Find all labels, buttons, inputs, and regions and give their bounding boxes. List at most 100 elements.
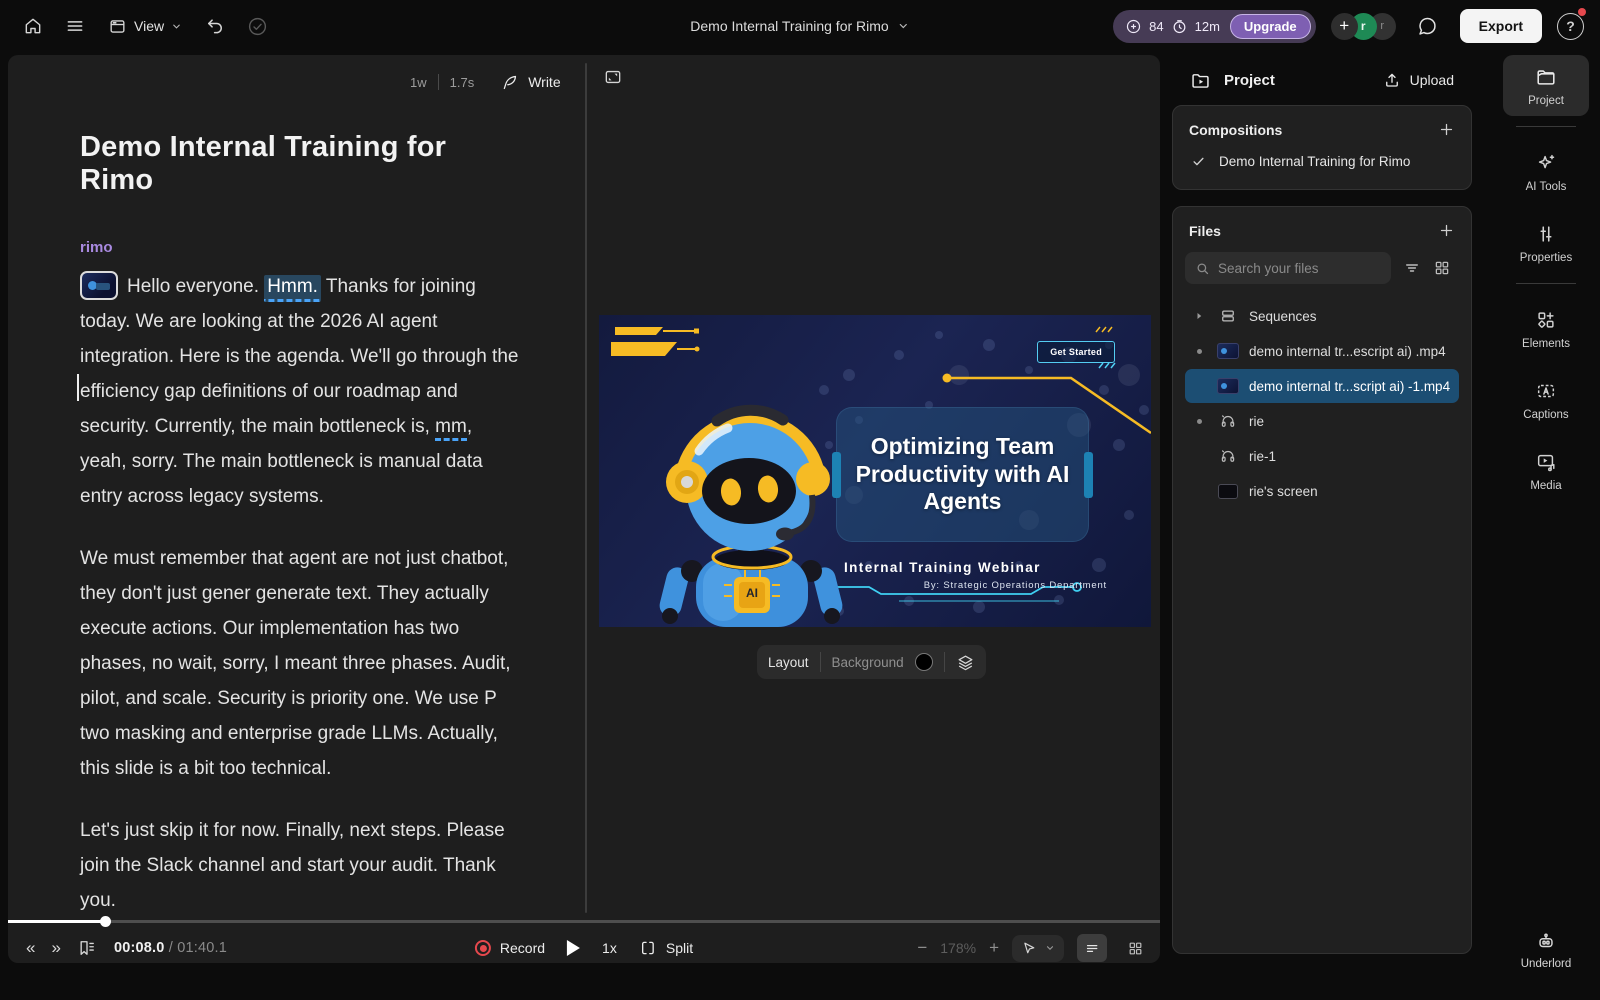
- compositions-card: Compositions Demo Internal Training for …: [1172, 105, 1472, 190]
- captions-icon: [1535, 380, 1557, 402]
- pointer-tool-dropdown[interactable]: [1012, 935, 1064, 962]
- project-title-dropdown[interactable]: Demo Internal Training for Rimo: [690, 18, 909, 34]
- video-thumbnail: [1217, 378, 1239, 394]
- plus-icon: [1438, 222, 1455, 239]
- file-search-box[interactable]: [1185, 252, 1391, 284]
- timeline-scrubber[interactable]: [8, 915, 1160, 927]
- split-button[interactable]: Split: [639, 939, 693, 957]
- transcript-paragraph-2[interactable]: We must remember that agent are not just…: [80, 541, 522, 786]
- zoom-out-button[interactable]: −: [917, 938, 927, 958]
- file-row-video-2-selected[interactable]: demo internal tr...script ai) -1.mp4: [1185, 369, 1459, 403]
- video-preview-canvas[interactable]: Get Started Optimizing Team Productivity…: [599, 315, 1151, 627]
- file-row-audio-rie-1[interactable]: rie-1: [1185, 439, 1459, 473]
- marker-list-icon[interactable]: [77, 938, 97, 958]
- script-view-toggle[interactable]: [1077, 934, 1107, 962]
- filler-word-underlined[interactable]: mm: [435, 416, 467, 441]
- write-button[interactable]: Write: [500, 73, 560, 92]
- playback-speed-button[interactable]: 1x: [602, 940, 617, 956]
- upload-icon: [1383, 71, 1401, 89]
- grid-view-toggle[interactable]: [1120, 934, 1150, 962]
- panel-title: Project: [1224, 72, 1275, 89]
- meta-divider: [438, 74, 439, 90]
- menu-button[interactable]: [58, 9, 92, 43]
- layout-button[interactable]: Layout: [768, 655, 809, 670]
- skip-forward-button[interactable]: »: [51, 938, 59, 958]
- total-time: 01:40.1: [177, 940, 227, 956]
- rail-item-ai-tools[interactable]: AI Tools: [1503, 141, 1589, 202]
- unviewed-dot: [1197, 349, 1202, 354]
- transcript-paragraph-1[interactable]: Hello everyone. Hmm. Thanks for joining …: [80, 269, 522, 514]
- zoom-in-button[interactable]: +: [989, 938, 999, 958]
- project-title: Demo Internal Training for Rimo: [690, 18, 888, 34]
- play-button[interactable]: [567, 940, 580, 956]
- rail-item-project[interactable]: Project: [1503, 55, 1589, 116]
- panel-accent-left: [832, 452, 841, 498]
- project-side-panel: Project Upload Compositions Demo Interna…: [1172, 55, 1472, 963]
- file-list: Sequences demo internal tr...escript ai)…: [1185, 299, 1459, 508]
- document-title[interactable]: Demo Internal Training for Rimo: [80, 131, 522, 197]
- inline-video-thumbnail[interactable]: [80, 271, 118, 300]
- upload-label: Upload: [1410, 72, 1454, 88]
- add-composition-button[interactable]: [1438, 121, 1455, 138]
- composition-item[interactable]: Demo Internal Training for Rimo: [1189, 138, 1455, 181]
- help-button[interactable]: ?: [1557, 13, 1584, 40]
- home-button[interactable]: [16, 9, 50, 43]
- folder-icon: [1535, 66, 1557, 88]
- rail-item-media[interactable]: Media: [1503, 440, 1589, 501]
- write-label: Write: [528, 74, 560, 90]
- app-window: View Demo Internal Training for Rimo 84 …: [0, 0, 1600, 1000]
- background-color-swatch[interactable]: [915, 653, 933, 671]
- usage-pill[interactable]: 84 12m Upgrade: [1113, 10, 1316, 43]
- scrubber-track[interactable]: [8, 920, 1160, 923]
- editor-scrollbar[interactable]: [585, 63, 587, 913]
- undo-button[interactable]: [198, 9, 232, 43]
- time-separator: /: [169, 940, 173, 956]
- chevron-right-icon: [1193, 310, 1205, 322]
- sort-filter-icon[interactable]: [1403, 259, 1421, 277]
- file-row-video-1[interactable]: demo internal tr...escript ai) .mp4: [1185, 334, 1459, 368]
- scrubber-progress: [8, 920, 105, 923]
- layers-icon[interactable]: [956, 653, 975, 672]
- comments-button[interactable]: [1411, 9, 1445, 43]
- unviewed-dot: [1197, 419, 1202, 424]
- rail-item-properties[interactable]: Properties: [1503, 212, 1589, 273]
- search-icon: [1195, 261, 1210, 276]
- quill-icon: [500, 73, 519, 92]
- credits-coin-icon: [1125, 18, 1142, 35]
- file-label: Sequences: [1249, 309, 1317, 324]
- notification-dot: [1578, 8, 1586, 16]
- rail-item-elements[interactable]: Elements: [1503, 298, 1589, 359]
- underlord-button[interactable]: Underlord: [1492, 930, 1600, 970]
- playhead-knob[interactable]: [100, 916, 111, 927]
- upload-button[interactable]: Upload: [1373, 65, 1464, 95]
- record-label: Record: [500, 940, 545, 956]
- minutes-left: 12m: [1195, 19, 1220, 34]
- file-row-audio-rie[interactable]: rie: [1185, 404, 1459, 438]
- background-button[interactable]: Background: [832, 655, 904, 670]
- rail-label: Media: [1530, 480, 1561, 492]
- slide-title-panel: Optimizing Team Productivity with AI Age…: [836, 407, 1089, 542]
- filler-word-highlighted[interactable]: Hmm.: [264, 275, 321, 302]
- rail-label: Captions: [1523, 409, 1568, 421]
- file-row-screen[interactable]: rie's screen: [1185, 474, 1459, 508]
- record-button[interactable]: Record: [475, 940, 545, 956]
- transcript-paragraph-3[interactable]: Let's just skip it for now. Finally, nex…: [80, 813, 522, 918]
- skip-back-button[interactable]: «: [26, 938, 34, 958]
- toolbar-divider: [944, 652, 945, 672]
- grid-layout-icon[interactable]: [1433, 259, 1451, 277]
- upgrade-button[interactable]: Upgrade: [1230, 14, 1311, 39]
- export-button[interactable]: Export: [1460, 9, 1542, 43]
- fit-canvas-button[interactable]: [602, 67, 624, 87]
- file-row-sequences[interactable]: Sequences: [1185, 299, 1459, 333]
- timecode: 00:08.0 / 01:40.1: [114, 940, 227, 956]
- search-input[interactable]: [1218, 261, 1368, 276]
- add-collaborator-button[interactable]: +: [1331, 13, 1358, 40]
- sync-status-button[interactable]: [240, 9, 274, 43]
- slide-title: Optimizing Team Productivity with AI Age…: [849, 433, 1077, 516]
- add-file-button[interactable]: [1438, 222, 1455, 239]
- collaborator-avatars: + r r: [1331, 13, 1396, 40]
- credits-count: 84: [1149, 19, 1163, 34]
- speaker-label[interactable]: rimo: [80, 239, 522, 256]
- view-menu-button[interactable]: View: [100, 11, 190, 42]
- rail-item-captions[interactable]: Captions: [1503, 369, 1589, 430]
